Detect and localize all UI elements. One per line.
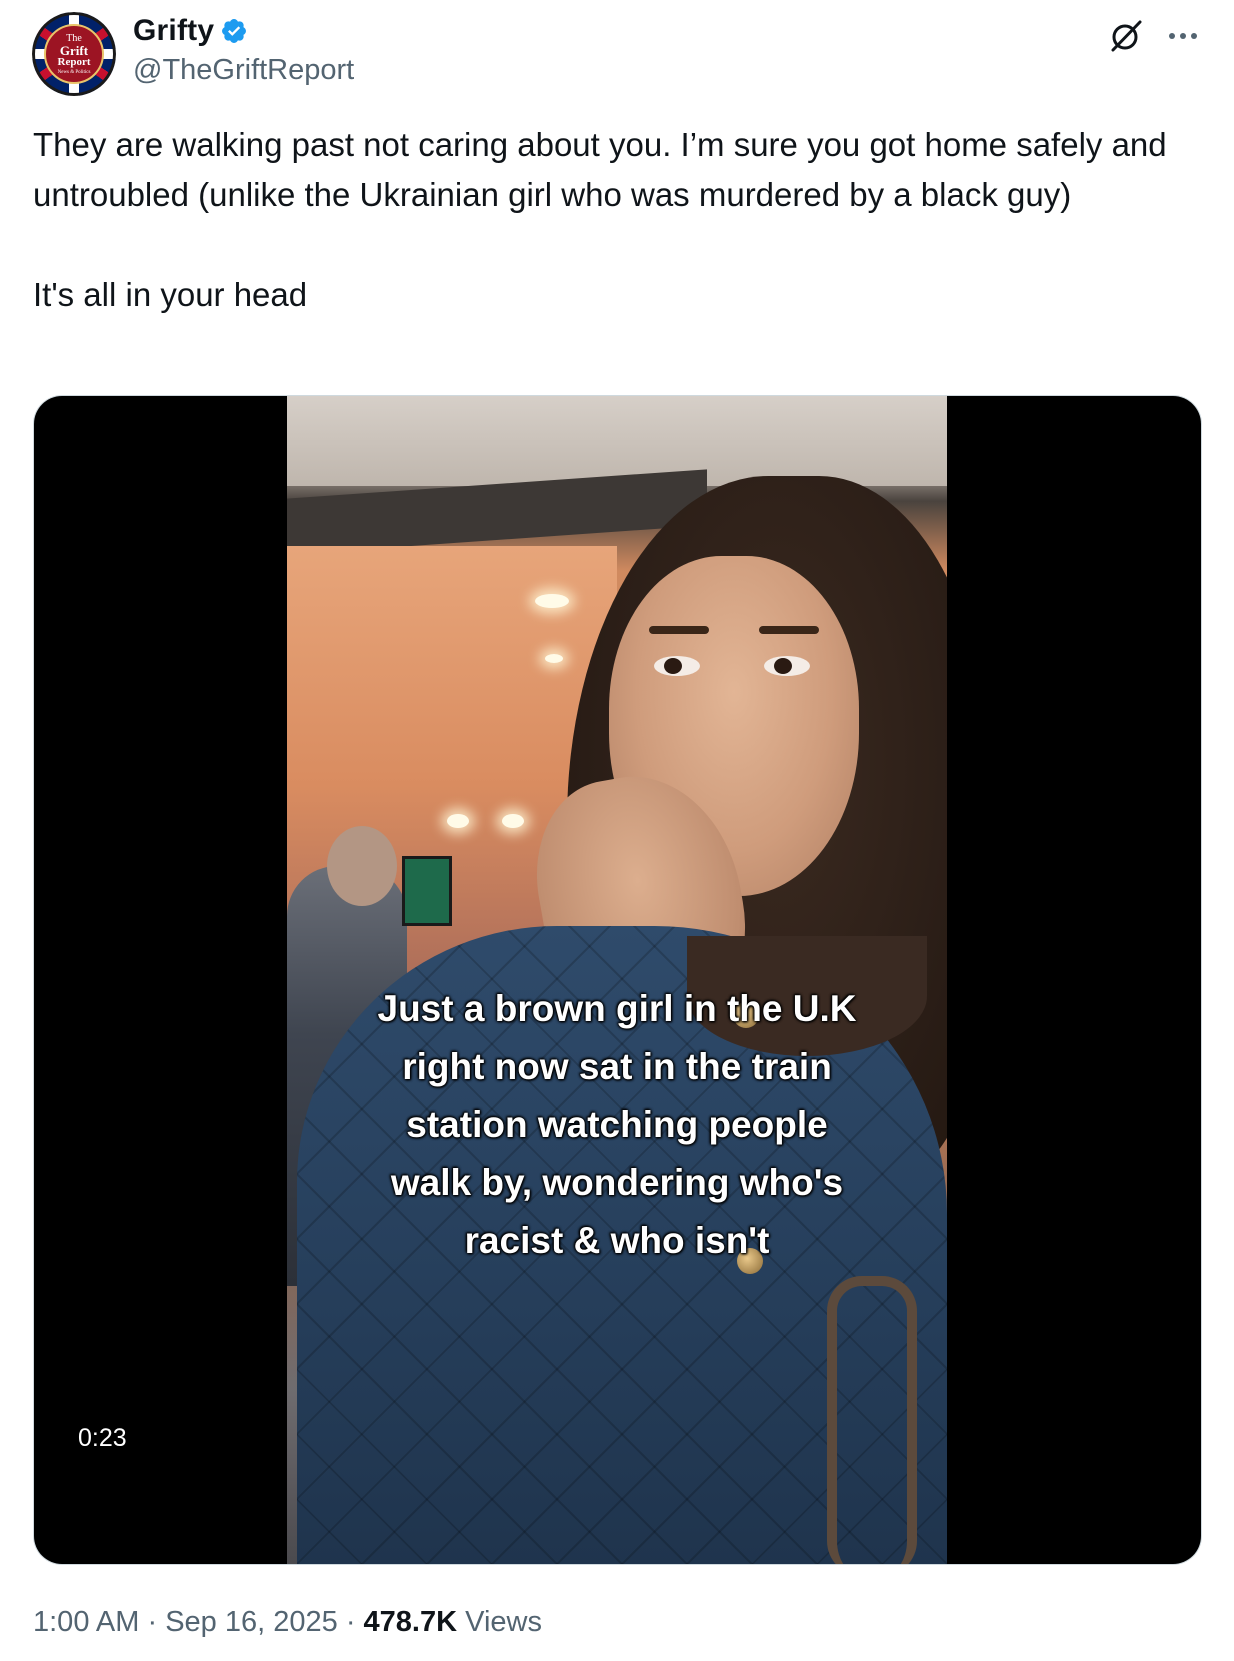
verified-badge-icon [222, 19, 247, 43]
video-scene-light [502, 814, 524, 828]
more-icon[interactable] [1166, 26, 1200, 46]
video-frame[interactable]: Just a brown girl in the U.K right now s… [287, 396, 947, 1564]
author-handle[interactable]: @TheGriftReport [133, 54, 354, 87]
tweet-time[interactable]: 1:00 AM [33, 1606, 139, 1638]
tweet-date[interactable]: Sep 16, 2025 [165, 1606, 338, 1638]
video-scene-light [545, 654, 563, 663]
views-label: Views [465, 1606, 542, 1638]
video-player[interactable]: Just a brown girl in the U.K right now s… [34, 396, 1201, 1564]
video-duration: 0:23 [68, 1418, 137, 1458]
meta-separator: · [147, 1606, 158, 1638]
views-count: 478.7K [363, 1606, 458, 1638]
meta-separator: · [345, 1606, 356, 1638]
author-display-name[interactable]: Grifty [133, 14, 214, 48]
video-scene-bag-strap [827, 1276, 917, 1564]
video-scene-ceiling [287, 396, 947, 486]
video-scene-screen [402, 856, 452, 926]
grok-icon[interactable] [1108, 18, 1144, 54]
avatar[interactable]: The Grift Report News & Politics [32, 12, 116, 96]
author-name-row: Grifty [133, 14, 248, 48]
video-scene-light [447, 814, 469, 828]
video-scene-bystander-head [327, 826, 397, 906]
tweet-text: They are walking past not caring about y… [33, 126, 1167, 313]
video-scene-light [535, 594, 569, 608]
tweet-meta: 1:00 AM · Sep 16, 2025 · 478.7K Views [33, 1606, 542, 1639]
video-caption: Just a brown girl in the U.K right now s… [377, 988, 857, 1261]
avatar-logo: The Grift Report News & Politics [44, 24, 104, 84]
